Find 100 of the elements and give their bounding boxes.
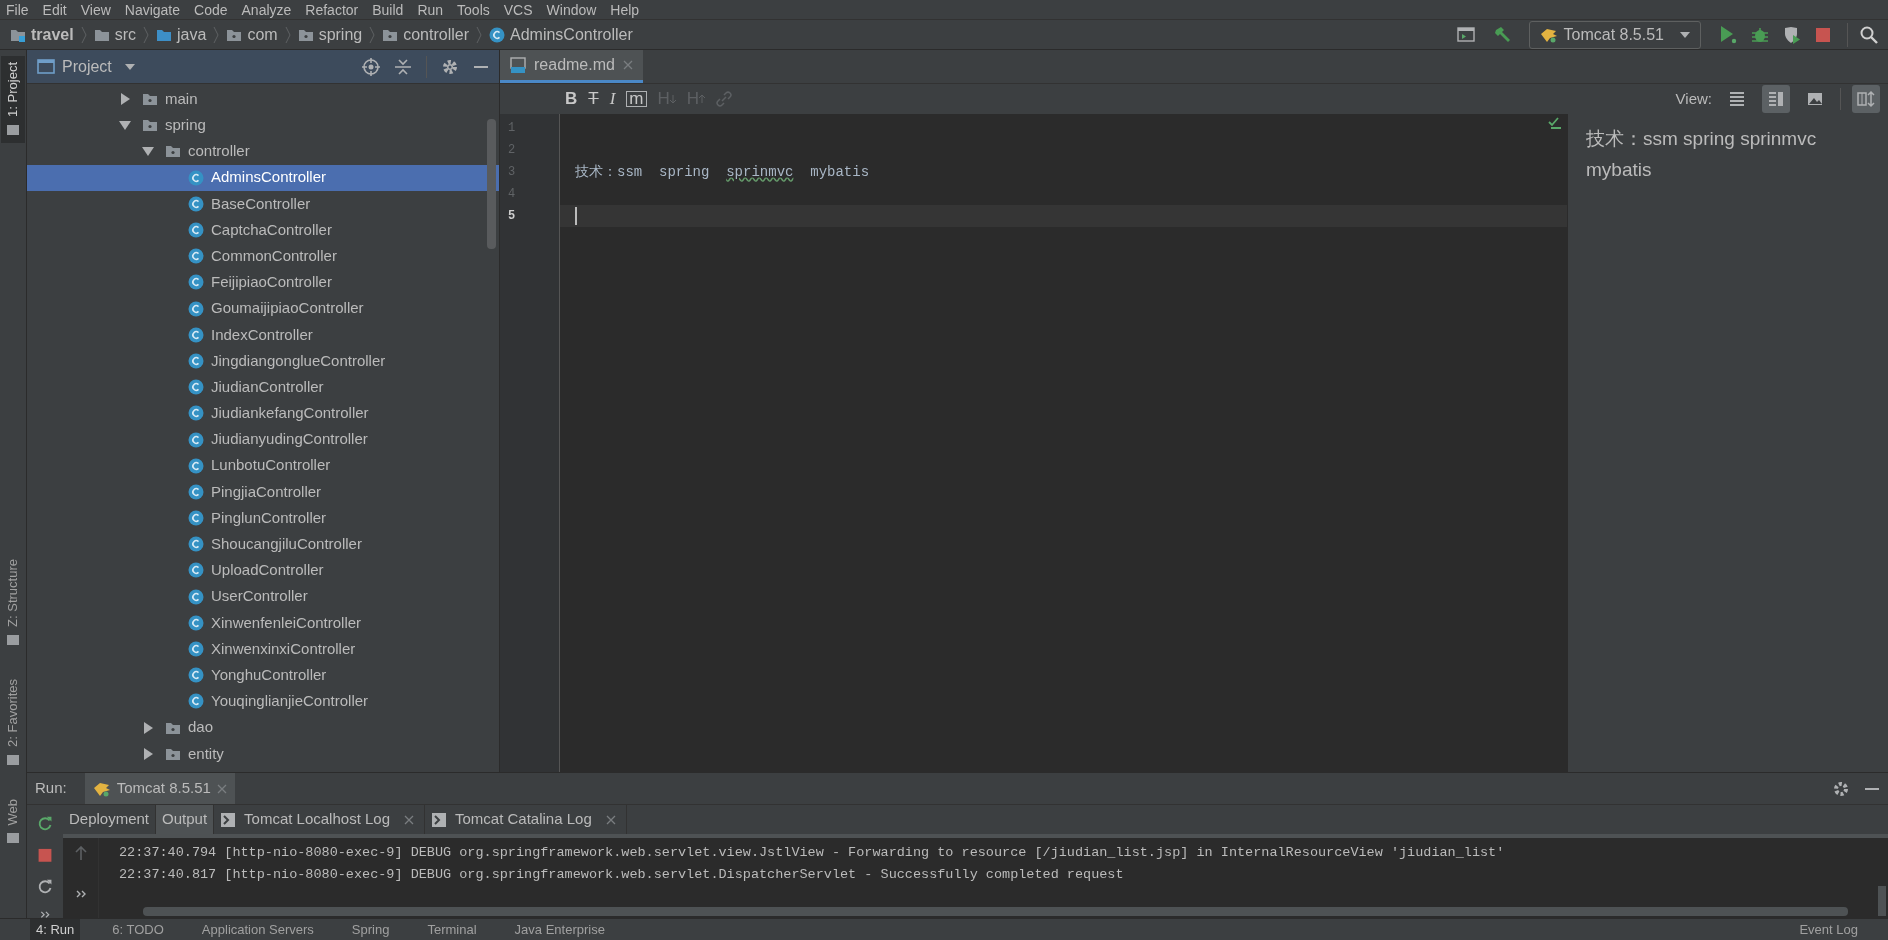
tree-item[interactable]: YonghuController [27,662,499,689]
italic-button[interactable]: I [609,86,616,112]
tree-item[interactable]: JiudianController [27,374,499,401]
console-tab[interactable]: Output [156,805,215,834]
more-icon[interactable] [75,890,86,898]
scrollbar-thumb[interactable] [143,907,1848,916]
scroll-sync-button[interactable] [1852,85,1880,113]
menu-item[interactable]: Navigate [124,0,181,19]
menu-item[interactable]: Build [372,0,404,19]
tree-item[interactable]: PingjiaController [27,478,499,505]
tool-window-tab[interactable]: Web [1,792,25,852]
package-folder-icon [142,117,158,134]
menu-item[interactable]: Help [610,0,640,19]
view-mode-button[interactable] [1762,85,1790,113]
tree-item[interactable]: BaseController [27,190,499,217]
console-tab[interactable]: Tomcat Localhost Log [214,805,425,834]
tree-item[interactable]: JiudianyudingController [27,426,499,453]
more-icon[interactable] [40,910,50,918]
tree-item[interactable]: XinwenxinxiController [27,635,499,663]
breadcrumb-item[interactable]: src [114,22,137,47]
settings-icon[interactable] [1832,779,1850,798]
breadcrumb-item[interactable]: spring [318,22,363,47]
tree-item[interactable]: UploadController [27,557,499,584]
coverage-shield-icon[interactable] [1783,25,1801,44]
tree-item[interactable]: FeijipiaoController [27,269,499,296]
event-log-button[interactable]: Event Log [1799,919,1858,940]
tree-item[interactable]: YouqinglianjieController [27,688,499,715]
breadcrumb-item[interactable]: AdminsController [510,22,633,47]
expanded-arrow-icon[interactable] [142,145,154,158]
menu-item[interactable]: VCS [503,0,533,19]
tool-window-tab[interactable]: 1: Project [1,56,25,143]
bug-icon[interactable] [1751,25,1769,44]
collapsed-arrow-icon[interactable] [119,93,131,106]
tool-window-tab[interactable]: Z: Structure [1,552,25,653]
tool-window-tab[interactable]: Spring [345,919,396,940]
menu-item[interactable]: Run [417,0,444,19]
tool-window-tab[interactable]: Terminal [421,919,483,940]
tree-item[interactable]: PinglunController [27,505,499,532]
settings-icon[interactable] [441,57,459,76]
breadcrumb-item[interactable]: travel [31,22,74,47]
tree-item[interactable]: spring [27,112,499,139]
tree-item[interactable]: dao [27,714,499,741]
menu-item[interactable]: Refactor [305,0,359,19]
expanded-arrow-icon[interactable] [119,119,131,132]
strikethrough-button[interactable]: T [588,86,599,112]
tree-item[interactable]: ShoucangjiluController [27,531,499,558]
monospace-button[interactable]: m [626,91,647,107]
menu-item[interactable]: Window [546,0,597,19]
tree-item[interactable]: UserController [27,583,499,610]
menu-item[interactable]: File [6,0,29,19]
menu-item[interactable]: Code [194,0,228,19]
search-icon[interactable] [1860,25,1878,44]
tree-item[interactable]: XinwenfenleiController [27,609,499,636]
breadcrumb-item[interactable]: controller [403,22,469,47]
tree-item[interactable]: GoumaijipiaoController [27,295,499,322]
locate-icon[interactable] [362,57,380,76]
tree-item[interactable]: entity [27,740,499,767]
menu-item[interactable]: View [80,0,111,19]
close-icon[interactable] [404,814,414,825]
tool-window-tab[interactable]: 4: Run [30,919,81,940]
collapsed-arrow-icon[interactable] [142,747,154,760]
run-icon[interactable] [1719,25,1737,44]
tree-item[interactable]: LunbotuController [27,452,499,479]
rerun-icon[interactable] [36,815,54,832]
menu-item[interactable]: Edit [42,0,67,19]
tree-item[interactable]: CommonController [27,243,499,270]
menu-item[interactable]: Tools [457,0,490,19]
tool-window-tab[interactable]: 6: TODO [106,919,170,940]
menu-item[interactable]: Analyze [241,0,292,19]
collapsed-arrow-icon[interactable] [142,721,154,734]
tool-window-tab[interactable]: 2: Favorites [1,672,25,773]
scrollbar-thumb[interactable] [1878,886,1886,916]
tree-item[interactable]: main [27,86,499,113]
stop-icon[interactable] [37,847,53,863]
scrollbar-thumb[interactable] [487,119,496,249]
console-line: 22:37:40.794 [http-nio-8080-exec-9] DEBUG org.springframework.web.servlet.view.JstlView - Forwarding to resource [/jiudian_list.jsp] in InternalResourceView 'jiudian_list' [119,844,1506,862]
terminal-window-icon[interactable] [1456,26,1475,43]
tree-item[interactable]: AdminsController [27,164,499,191]
tree-item[interactable]: controller [27,138,499,165]
hammer-icon[interactable] [1492,25,1511,44]
project-view-selector[interactable]: Project [37,54,135,79]
tree-item[interactable]: JingdiangonglueController [27,347,499,375]
run-configuration-dropdown[interactable]: Tomcat 8.5.51 [1528,20,1701,49]
restart-icon[interactable] [36,878,54,895]
tool-window-tab[interactable]: Application Servers [195,919,320,940]
breadcrumb-item[interactable]: com [247,22,278,47]
console-tab[interactable]: Tomcat Catalina Log [425,805,627,834]
tool-window-tab[interactable]: Java Enterprise [508,919,611,940]
class-icon [188,667,204,684]
run-tab[interactable]: Tomcat 8.5.51 [84,773,235,804]
tree-item[interactable]: CaptchaController [27,216,499,244]
tree-item[interactable]: JiudiankefangController [27,400,499,427]
close-icon[interactable] [605,814,616,825]
stop-icon[interactable] [1815,26,1831,43]
tree-item[interactable]: IndexController [27,321,499,348]
breadcrumb-item[interactable]: java [177,22,207,47]
editor-tab[interactable]: readme.md [500,50,643,83]
up-arrow-icon[interactable] [74,846,87,860]
collapse-all-icon[interactable] [394,57,412,76]
bold-button[interactable]: B [565,86,578,112]
